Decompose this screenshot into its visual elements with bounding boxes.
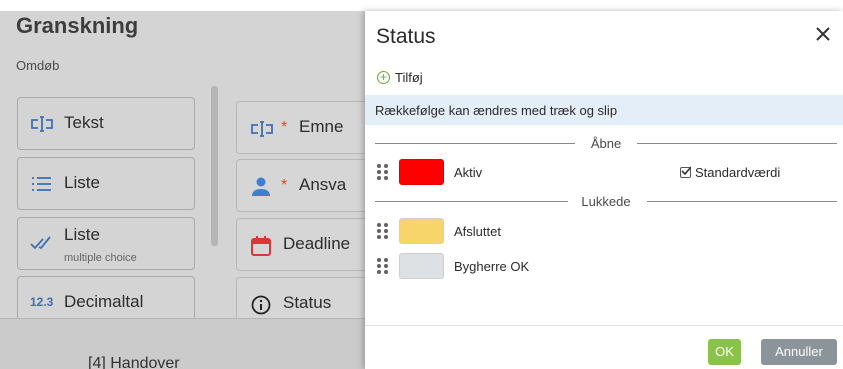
status-dialog: Status + Tilføj Rækkefølge kan ændres me… <box>365 11 843 369</box>
status-color-swatch[interactable] <box>399 159 444 185</box>
group-separator-closed: Lukkede <box>375 193 837 209</box>
group-separator-open: Åbne <box>375 135 837 151</box>
field-type-label: Liste <box>64 225 100 244</box>
status-name: Afsluttet <box>454 224 501 239</box>
info-text: Rækkefølge kan ændres med træk og slip <box>375 103 618 118</box>
dialog-title: Status <box>376 25 436 48</box>
text-field-icon <box>30 113 54 135</box>
default-label: Standardværdi <box>695 165 781 180</box>
status-row[interactable]: Afsluttet <box>365 217 843 245</box>
field-type-label: Decimaltal <box>64 292 144 311</box>
close-icon <box>816 27 830 41</box>
status-row[interactable]: Aktiv Standardværdi <box>365 158 843 186</box>
field-type-list[interactable]: Liste <box>17 157 195 210</box>
drag-handle-icon[interactable] <box>377 258 391 274</box>
person-icon <box>250 176 272 198</box>
required-marker: * <box>281 177 288 194</box>
close-button[interactable] <box>813 24 833 44</box>
form-field-emne[interactable]: * Emne <box>236 101 366 154</box>
footer-divider <box>365 325 843 326</box>
status-name: Bygherre OK <box>454 259 530 274</box>
add-label: Tilføj <box>395 69 423 85</box>
rename-link[interactable]: Omdøb <box>16 58 59 73</box>
form-field-deadline[interactable]: Deadline <box>236 218 366 271</box>
field-type-label: Liste <box>64 173 100 192</box>
partial-list-item: [4] Handover <box>88 355 180 369</box>
cancel-button[interactable]: Annuller <box>761 339 837 365</box>
status-name: Aktiv <box>454 165 483 180</box>
decimal-number-icon: 12.3 <box>30 295 54 309</box>
form-field-label: Deadline <box>283 234 351 253</box>
status-color-swatch[interactable] <box>399 253 444 279</box>
double-check-icon <box>30 231 54 253</box>
plus-circle-icon: + <box>377 70 390 84</box>
form-field-label: Ansva <box>299 175 347 194</box>
field-type-text[interactable]: Tekst <box>17 97 195 150</box>
status-row[interactable]: Bygherre OK <box>365 252 843 280</box>
status-color-swatch[interactable] <box>399 218 444 244</box>
calendar-icon <box>250 235 272 257</box>
ok-button[interactable]: OK <box>708 339 741 365</box>
field-type-multiple-choice[interactable]: Liste multiple choice <box>17 217 195 270</box>
info-icon <box>250 294 272 316</box>
required-marker: * <box>281 119 288 136</box>
group-label: Lukkede <box>581 194 631 209</box>
default-checkbox[interactable]: Standardværdi <box>680 165 780 180</box>
bottom-bar <box>0 318 365 369</box>
add-status-button[interactable]: + Tilføj <box>377 67 423 87</box>
field-type-label: Tekst <box>64 113 104 132</box>
field-type-sublabel: multiple choice <box>64 252 137 264</box>
text-field-icon <box>250 118 273 140</box>
top-edge <box>0 0 843 11</box>
info-bar: Rækkefølge kan ændres med træk og slip <box>365 95 843 125</box>
group-label: Åbne <box>590 136 622 151</box>
form-field-ansvarlig[interactable]: * Ansva <box>236 159 366 212</box>
checkbox-checked-icon <box>680 166 691 178</box>
page-title: Granskning <box>16 13 139 38</box>
form-field-label: Emne <box>299 117 344 136</box>
drag-handle-icon[interactable] <box>377 223 391 239</box>
form-field-label: Status <box>283 293 332 312</box>
drag-handle-icon[interactable] <box>377 164 391 180</box>
list-icon <box>30 173 54 195</box>
palette-scrollbar[interactable] <box>211 86 218 246</box>
